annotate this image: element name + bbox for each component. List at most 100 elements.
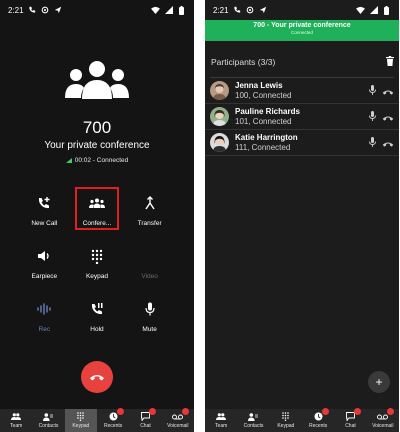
participants-header: Participants (3/3)	[205, 47, 399, 77]
location-status-icon	[41, 6, 50, 15]
status-bar: 2:21	[0, 0, 194, 20]
participants-label: Participants	[211, 57, 256, 67]
battery-icon	[177, 5, 186, 15]
hangup-icon[interactable]	[382, 108, 394, 126]
participant-detail: 111, Connected	[235, 143, 291, 152]
speaker-icon	[37, 247, 51, 265]
team-icon	[11, 412, 22, 421]
new-call-label: New Call	[31, 220, 58, 227]
record-button[interactable]: Rec	[22, 296, 66, 349]
hangup-icon	[89, 368, 105, 386]
avatar	[210, 107, 229, 126]
earpiece-button[interactable]: Earpiece	[22, 243, 66, 296]
status-time: 2:21	[213, 5, 229, 15]
tab-label: Keypad	[277, 423, 295, 429]
participant-row[interactable]: Pauline Richards 101, Connected	[205, 104, 399, 130]
tab-recents[interactable]: Recents	[97, 408, 129, 432]
conference-avatar-icon	[0, 60, 194, 100]
contacts-icon	[43, 412, 54, 421]
call-status: 00:02 - Connected	[0, 157, 194, 164]
mic-icon	[145, 300, 155, 318]
participant-name: Jenna Lewis	[235, 81, 283, 90]
avatar	[210, 133, 229, 152]
new-call-button[interactable]: New Call	[22, 190, 66, 243]
recents-icon	[109, 408, 124, 421]
phone-status-icon	[28, 6, 37, 15]
tab-label: Team	[215, 423, 228, 429]
video-button[interactable]: Video	[128, 243, 172, 296]
keypad-label: Keypad	[85, 273, 108, 280]
participant-name: Katie Harrington	[235, 133, 298, 142]
tab-label: Chat	[345, 423, 356, 429]
tab-label: Voicemail	[167, 423, 189, 429]
chat-icon	[141, 408, 156, 421]
tab-team[interactable]: Team	[0, 409, 32, 432]
hangup-icon[interactable]	[382, 134, 394, 152]
banner-status: Connected	[291, 30, 313, 35]
recents-icon	[314, 408, 329, 421]
phone-status-icon	[233, 6, 242, 15]
tab-contacts[interactable]: Contacts	[237, 409, 269, 432]
tab-keypad[interactable]: Keypad	[64, 409, 97, 432]
wifi-icon	[151, 6, 160, 15]
video-label: Video	[141, 273, 158, 280]
tab-team[interactable]: Team	[205, 409, 237, 432]
hangup-icon[interactable]	[382, 82, 394, 100]
banner-title: 700 - Your private conference	[253, 22, 351, 29]
location-status-icon	[246, 6, 255, 15]
tab-contacts[interactable]: Contacts	[32, 409, 64, 432]
transfer-button[interactable]: Transfer	[128, 190, 172, 243]
mic-icon[interactable]	[369, 108, 376, 126]
hold-label: Hold	[90, 326, 104, 333]
add-participant-button[interactable]: +	[368, 371, 390, 393]
add-call-icon	[37, 194, 51, 212]
signal-icon	[164, 6, 173, 15]
tab-keypad[interactable]: Keypad	[270, 409, 302, 432]
call-quality-icon	[65, 158, 72, 163]
tab-voicemail[interactable]: Voicemail	[162, 408, 194, 432]
record-icon	[37, 300, 52, 318]
tab-recents[interactable]: Recents	[302, 408, 334, 432]
mic-icon[interactable]	[369, 82, 376, 100]
conference-banner[interactable]: 700 - Your private conference Connected	[205, 20, 399, 41]
notification-badge	[116, 408, 124, 415]
call-timer: 00:02 - Connected	[74, 157, 129, 164]
tab-voicemail[interactable]: Voicemail	[367, 408, 399, 432]
hold-button[interactable]: Hold	[75, 296, 119, 349]
plus-icon: +	[375, 375, 383, 389]
bottom-tab-bar: Team Contacts Keypad Recents Chat Voicem…	[0, 408, 194, 432]
tab-label: Chat	[140, 423, 151, 429]
tab-chat[interactable]: Chat	[334, 408, 366, 432]
tab-label: Recents	[308, 423, 328, 429]
hangup-button[interactable]	[81, 361, 113, 393]
notification-badge	[321, 408, 329, 415]
mic-icon[interactable]	[369, 134, 376, 152]
status-time: 2:21	[8, 5, 24, 15]
conference-label: Confere...	[82, 220, 112, 227]
conference-button[interactable]: Confere...	[74, 187, 119, 230]
video-icon	[143, 247, 157, 265]
team-icon	[216, 412, 227, 421]
participant-row[interactable]: Jenna Lewis 100, Connected	[205, 78, 399, 104]
participants-count: (3/3)	[257, 57, 276, 67]
trash-icon[interactable]	[386, 53, 394, 71]
tab-label: Team	[10, 423, 23, 429]
tab-label: Recents	[103, 423, 123, 429]
keypad-button[interactable]: Keypad	[75, 243, 119, 296]
mute-button[interactable]: Mute	[128, 296, 172, 349]
hold-icon	[90, 300, 104, 318]
tab-chat[interactable]: Chat	[129, 408, 161, 432]
record-label: Rec	[38, 326, 51, 333]
tab-label: Voicemail	[372, 423, 394, 429]
participant-name: Pauline Richards	[235, 107, 300, 116]
earpiece-label: Earpiece	[31, 273, 58, 280]
participants-title: Participants (3/3)	[211, 57, 275, 67]
notification-badge	[182, 408, 190, 415]
signal-icon	[369, 6, 378, 15]
participant-row[interactable]: Katie Harrington 111, Connected	[205, 130, 399, 156]
dialpad-icon	[77, 412, 85, 421]
notification-badge	[148, 408, 156, 415]
status-bar: 2:21	[205, 0, 399, 20]
transfer-label: Transfer	[137, 220, 162, 227]
avatar	[210, 81, 229, 100]
